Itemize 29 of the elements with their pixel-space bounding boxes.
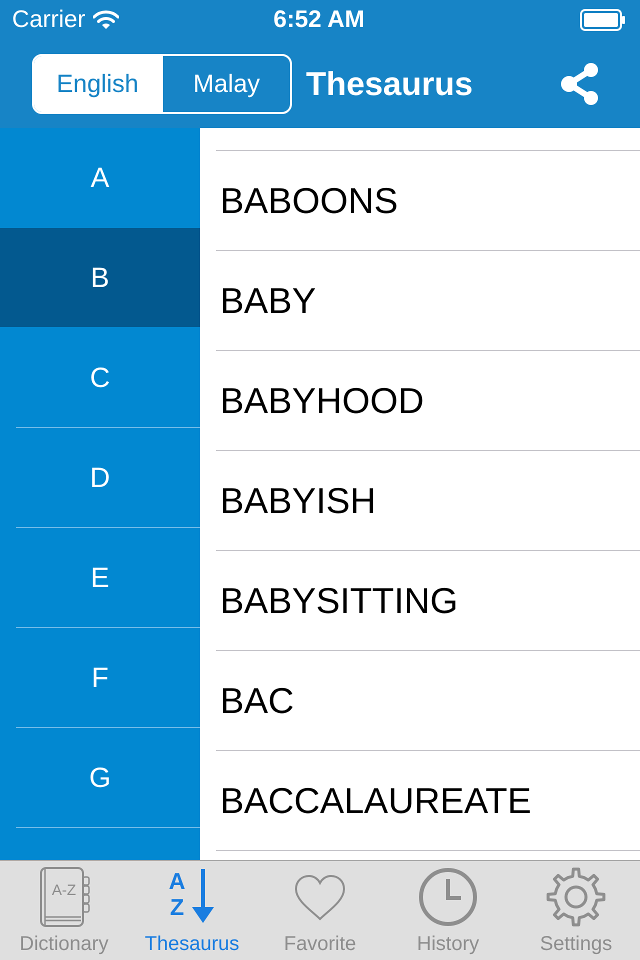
tab-label: History [416, 933, 480, 955]
word-list-item[interactable]: BABYSITTING [216, 550, 640, 650]
carrier-name: Carrier [12, 6, 86, 34]
tab-label: Favorite [284, 933, 356, 955]
tab-item[interactable]: Settings [512, 861, 640, 960]
tab-item[interactable]: A-Z Dictionary [0, 861, 128, 960]
status-time: 6:52 AM [273, 6, 365, 34]
word-list-item[interactable]: BABYHOOD [216, 350, 640, 450]
clock-icon [418, 867, 478, 927]
language-segment[interactable]: English [34, 56, 161, 112]
tab-label: Thesaurus [144, 933, 240, 955]
tab-item[interactable]: Favorite [256, 861, 384, 960]
battery-icon [580, 9, 626, 31]
language-segment[interactable]: Malay [161, 56, 290, 112]
index-letter[interactable]: B [0, 228, 200, 327]
share-icon[interactable] [560, 62, 600, 106]
word-list-item[interactable]: BABOONS [216, 150, 640, 250]
tab-item[interactable]: History [384, 861, 512, 960]
tab-label: Settings [540, 933, 612, 955]
word-list-item[interactable]: BABYISH [216, 450, 640, 550]
wifi-icon [93, 10, 120, 30]
word-list-item[interactable]: BABY [216, 250, 640, 350]
heart-icon [294, 875, 346, 921]
tab-label: Dictionary [20, 933, 108, 955]
word-list-item[interactable]: BACCALAUREATE [216, 750, 640, 851]
tab-item[interactable]: A Z Thesaurus [128, 861, 256, 960]
settings-icon [546, 867, 606, 927]
word-list-item[interactable]: BAC [216, 650, 640, 750]
screen-title: Thesaurus [306, 65, 473, 103]
